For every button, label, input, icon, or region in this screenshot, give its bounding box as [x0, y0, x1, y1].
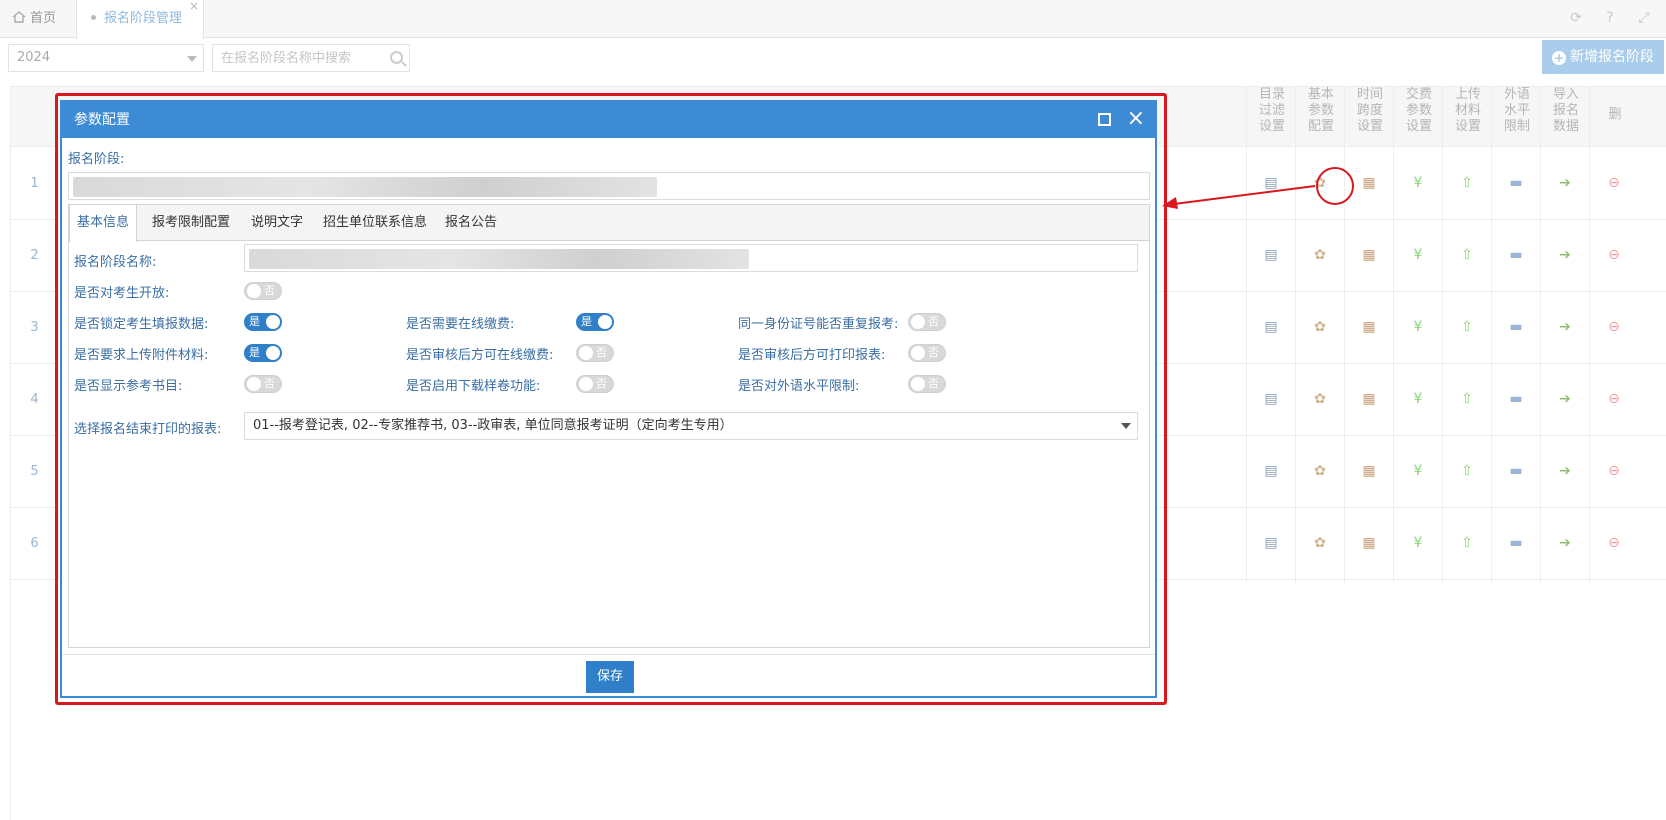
delete-icon[interactable]: ⊖ [1606, 463, 1622, 479]
calendar-icon[interactable]: ▦ [1361, 463, 1377, 479]
import-icon[interactable]: ➔ [1557, 319, 1573, 335]
upload-arrow-icon[interactable]: ⇧ [1459, 463, 1475, 479]
search-box [212, 44, 410, 72]
yen-icon[interactable]: ¥ [1410, 175, 1426, 191]
delete-icon[interactable]: ⊖ [1606, 247, 1622, 263]
tab-stage-management-label: 报名阶段管理 [104, 11, 183, 26]
gear-icon[interactable]: ✿ [1312, 463, 1328, 479]
column-header: 交费 参数 设置 [1405, 87, 1432, 134]
calendar-icon[interactable]: ▦ [1361, 319, 1377, 335]
language-limit-icon[interactable]: ▬ [1508, 463, 1524, 479]
column-header: 目录 过滤 设置 [1258, 87, 1285, 134]
calendar-icon[interactable]: ▦ [1361, 247, 1377, 263]
tab-home-label: 首页 [30, 11, 57, 26]
add-stage-button[interactable]: + 新增报名阶段 [1542, 40, 1664, 74]
help-icon[interactable]: ? [1602, 10, 1618, 26]
gear-icon[interactable]: ✿ [1312, 247, 1328, 263]
column-header: 时间 跨度 设置 [1356, 87, 1383, 134]
row-number: 4 [11, 363, 59, 436]
annotation-circle [1316, 167, 1354, 205]
delete-icon[interactable]: ⊖ [1606, 391, 1622, 407]
plus-circle-icon: + [1552, 51, 1566, 65]
calendar-icon[interactable]: ▦ [1361, 175, 1377, 191]
import-icon[interactable]: ➔ [1557, 391, 1573, 407]
catalog-filter-icon[interactable]: ▤ [1263, 391, 1279, 407]
language-limit-icon[interactable]: ▬ [1508, 391, 1524, 407]
chevron-down-icon [187, 56, 197, 62]
fullscreen-icon[interactable]: ⤢ [1636, 10, 1652, 26]
language-limit-icon[interactable]: ▬ [1508, 319, 1524, 335]
language-limit-icon[interactable]: ▬ [1508, 535, 1524, 551]
tab-close-icon[interactable]: × [189, 0, 199, 25]
import-icon[interactable]: ➔ [1557, 463, 1573, 479]
year-select[interactable]: 2024 [8, 44, 204, 72]
language-limit-icon[interactable]: ▬ [1508, 247, 1524, 263]
column-header: 上传 材料 设置 [1454, 87, 1481, 134]
search-icon[interactable] [390, 51, 403, 64]
yen-icon[interactable]: ¥ [1410, 247, 1426, 263]
yen-icon[interactable]: ¥ [1410, 463, 1426, 479]
top-right-tools: ⟳? ⤢ [1550, 10, 1652, 28]
catalog-filter-icon[interactable]: ▤ [1263, 463, 1279, 479]
tab-dot-icon [91, 15, 96, 20]
upload-arrow-icon[interactable]: ⇧ [1459, 391, 1475, 407]
column-header: 基本 参数 配置 [1307, 87, 1334, 134]
column-header: 删 [1608, 107, 1622, 122]
upload-arrow-icon[interactable]: ⇧ [1459, 247, 1475, 263]
row-number: 2 [11, 219, 59, 292]
annotation-frame [55, 93, 1167, 705]
search-input[interactable] [213, 45, 373, 71]
year-value: 2024 [17, 50, 51, 65]
row-number: 5 [11, 435, 59, 508]
yen-icon[interactable]: ¥ [1410, 319, 1426, 335]
calendar-icon[interactable]: ▦ [1361, 535, 1377, 551]
upload-arrow-icon[interactable]: ⇧ [1459, 319, 1475, 335]
row-number: 1 [11, 147, 59, 220]
tab-home[interactable]: 首页 [12, 0, 72, 38]
gear-icon[interactable]: ✿ [1312, 391, 1328, 407]
column-header: 外语 水平 限制 [1503, 87, 1530, 134]
yen-icon[interactable]: ¥ [1410, 391, 1426, 407]
tab-bar: 首页 报名阶段管理 × ⟳? ⤢ [0, 0, 1666, 39]
catalog-filter-icon[interactable]: ▤ [1263, 247, 1279, 263]
annotation-arrow [1162, 185, 1316, 209]
import-icon[interactable]: ➔ [1557, 247, 1573, 263]
tab-stage-management[interactable]: 报名阶段管理 × [76, 0, 204, 39]
catalog-filter-icon[interactable]: ▤ [1263, 535, 1279, 551]
gear-icon[interactable]: ✿ [1312, 319, 1328, 335]
delete-icon[interactable]: ⊖ [1606, 535, 1622, 551]
import-icon[interactable]: ➔ [1557, 535, 1573, 551]
import-icon[interactable]: ➔ [1557, 175, 1573, 191]
delete-icon[interactable]: ⊖ [1606, 319, 1622, 335]
row-number: 6 [11, 507, 59, 580]
upload-arrow-icon[interactable]: ⇧ [1459, 175, 1475, 191]
calendar-icon[interactable]: ▦ [1361, 391, 1377, 407]
gear-icon[interactable]: ✿ [1312, 535, 1328, 551]
home-icon [12, 11, 26, 23]
delete-icon[interactable]: ⊖ [1606, 175, 1622, 191]
column-header: 导入 报名 数据 [1552, 87, 1579, 134]
upload-arrow-icon[interactable]: ⇧ [1459, 535, 1475, 551]
catalog-filter-icon[interactable]: ▤ [1263, 319, 1279, 335]
yen-icon[interactable]: ¥ [1410, 535, 1426, 551]
row-number: 3 [11, 291, 59, 364]
add-stage-label: 新增报名阶段 [1570, 49, 1654, 65]
refresh-icon[interactable]: ⟳ [1568, 10, 1584, 26]
language-limit-icon[interactable]: ▬ [1508, 175, 1524, 191]
